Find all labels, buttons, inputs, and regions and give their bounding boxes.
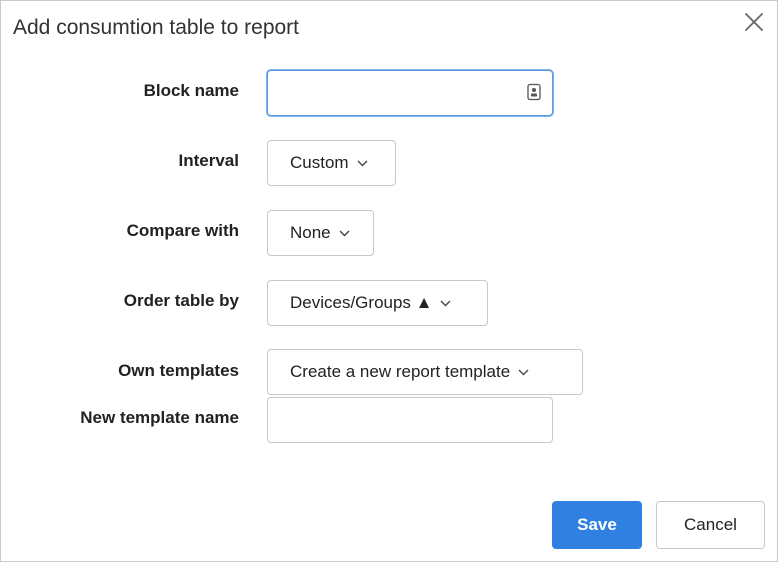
new-template-name-input[interactable] <box>267 397 553 443</box>
chevron-down-icon <box>339 230 350 236</box>
add-consumption-table-dialog: Add consumtion table to report Block nam… <box>0 0 778 562</box>
save-button[interactable]: Save <box>552 501 642 549</box>
interval-selected-value: Custom <box>290 153 349 172</box>
order-table-by-selected-value: Devices/Groups ▲ <box>290 293 433 312</box>
own-templates-label: Own templates <box>118 361 239 380</box>
own-templates-select[interactable]: Create a new report template <box>267 349 583 395</box>
chevron-down-icon <box>357 160 368 166</box>
compare-with-select[interactable]: None <box>267 210 374 256</box>
contact-card-icon <box>527 83 541 101</box>
cancel-button[interactable]: Cancel <box>656 501 765 549</box>
compare-with-selected-value: None <box>290 223 331 242</box>
order-table-by-label: Order table by <box>123 291 239 310</box>
block-name-input[interactable] <box>267 70 553 116</box>
close-icon <box>745 13 763 31</box>
compare-with-label: Compare with <box>126 221 239 240</box>
close-button[interactable] <box>743 11 765 33</box>
interval-label: Interval <box>178 151 239 170</box>
interval-select[interactable]: Custom <box>267 140 396 186</box>
block-name-label: Block name <box>143 81 239 100</box>
new-template-name-label: New template name <box>80 408 239 427</box>
chevron-down-icon <box>518 369 529 375</box>
own-templates-selected-value: Create a new report template <box>290 362 511 381</box>
dialog-title: Add consumtion table to report <box>13 16 300 39</box>
order-table-by-select[interactable]: Devices/Groups ▲ <box>267 280 488 326</box>
chevron-down-icon <box>440 300 451 306</box>
